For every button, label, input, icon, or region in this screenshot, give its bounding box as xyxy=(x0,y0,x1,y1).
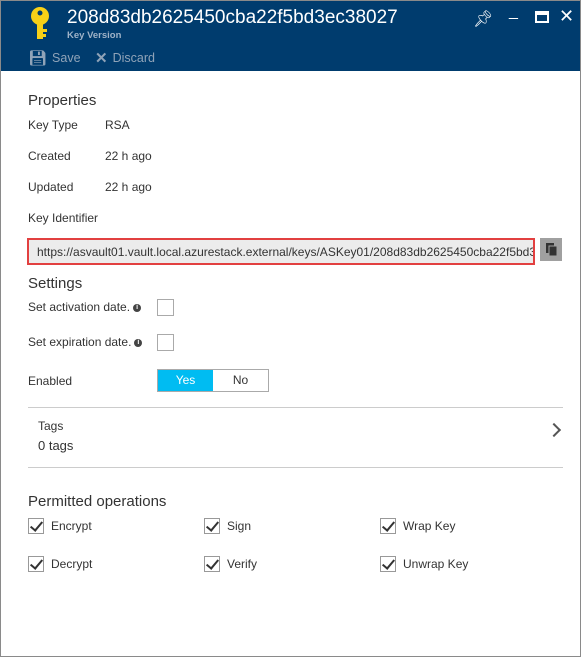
checkbox-icon xyxy=(380,518,396,534)
maximize-icon[interactable] xyxy=(535,11,549,23)
enabled-toggle[interactable]: Yes No xyxy=(157,369,269,392)
encrypt-label: Encrypt xyxy=(51,519,92,533)
wrap-key-label: Wrap Key xyxy=(403,519,456,533)
activation-checkbox[interactable] xyxy=(157,299,174,316)
checkbox-icon xyxy=(380,556,396,572)
copy-button[interactable] xyxy=(540,238,562,261)
encrypt-checkbox[interactable]: Encrypt xyxy=(28,518,92,534)
close-icon[interactable]: ✕ xyxy=(559,6,574,27)
sign-label: Sign xyxy=(227,519,252,533)
key-type-value: RSA xyxy=(105,118,130,132)
copy-icon xyxy=(546,243,558,257)
key-identifier-field[interactable]: https://asvault01.vault.local.azurestack… xyxy=(27,238,535,265)
unwrap-key-label: Unwrap Key xyxy=(403,557,469,571)
decrypt-checkbox[interactable]: Decrypt xyxy=(28,556,92,572)
created-label: Created xyxy=(28,149,71,163)
expiration-label: Set expiration date. i xyxy=(28,335,143,349)
checkbox-icon xyxy=(204,556,220,572)
enabled-yes[interactable]: Yes xyxy=(158,370,213,391)
activation-label: Set activation date. i xyxy=(28,300,142,314)
sign-checkbox[interactable]: Sign xyxy=(204,518,251,534)
divider xyxy=(28,407,563,408)
enabled-no[interactable]: No xyxy=(213,370,268,391)
info-icon[interactable]: i xyxy=(133,303,142,312)
tags-label: Tags xyxy=(38,419,64,433)
info-icon[interactable]: i xyxy=(134,338,143,347)
unwrap-key-checkbox[interactable]: Unwrap Key xyxy=(380,556,468,572)
discard-button[interactable]: ✕ Discard xyxy=(95,49,155,67)
expiration-text: Set expiration date. xyxy=(28,335,132,349)
checkbox-icon xyxy=(28,518,44,534)
minimize-icon[interactable]: _ xyxy=(509,3,518,21)
key-version-blade: 208d83db2625450cba22f5bd3ec38027 Key Ver… xyxy=(0,0,581,657)
discard-icon: ✕ xyxy=(95,50,108,67)
checkbox-icon xyxy=(204,518,220,534)
pin-icon[interactable]: 📌︎ xyxy=(473,9,493,29)
blade-title: 208d83db2625450cba22f5bd3ec38027 xyxy=(67,7,398,28)
updated-value: 22 h ago xyxy=(105,180,152,194)
wrap-key-checkbox[interactable]: Wrap Key xyxy=(380,518,455,534)
discard-label: Discard xyxy=(112,51,155,65)
verify-checkbox[interactable]: Verify xyxy=(204,556,257,572)
tags-count: 0 tags xyxy=(38,438,74,453)
created-value: 22 h ago xyxy=(105,149,152,163)
properties-heading: Properties xyxy=(28,92,97,109)
chevron-right-icon xyxy=(546,422,562,438)
expiration-checkbox[interactable] xyxy=(157,334,174,351)
activation-text: Set activation date. xyxy=(28,300,131,314)
divider xyxy=(28,467,563,468)
blade-header: 208d83db2625450cba22f5bd3ec38027 Key Ver… xyxy=(1,1,580,71)
updated-label: Updated xyxy=(28,180,74,194)
blade-subtitle: Key Version xyxy=(67,30,122,41)
key-type-label: Key Type xyxy=(28,118,78,132)
verify-label: Verify xyxy=(227,557,258,571)
enabled-label: Enabled xyxy=(28,374,73,388)
settings-heading: Settings xyxy=(28,275,83,292)
key-identifier-label: Key Identifier xyxy=(28,211,99,225)
save-button[interactable]: 💾︎ Save xyxy=(28,49,81,67)
permitted-operations-heading: Permitted operations xyxy=(28,493,167,510)
save-label: Save xyxy=(52,51,81,65)
checkbox-icon xyxy=(28,556,44,572)
save-icon: 💾︎ xyxy=(28,50,48,67)
decrypt-label: Decrypt xyxy=(51,557,93,571)
key-icon xyxy=(31,7,49,39)
